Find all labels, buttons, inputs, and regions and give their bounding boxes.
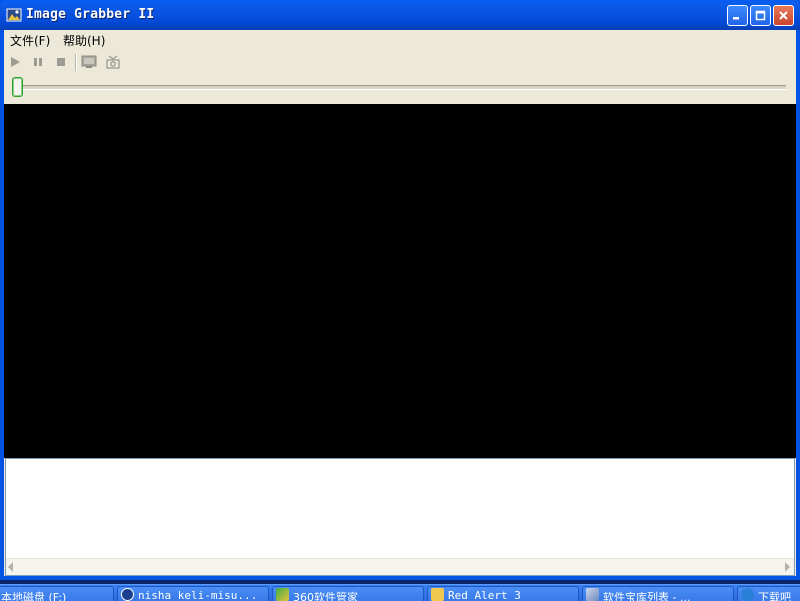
monitor-icon [81,55,97,68]
task-download[interactable]: 下载吧 [737,586,800,601]
client-area: 文件(F) 帮助(H) [4,30,796,576]
task-label: nisha keli-misu... [138,589,258,601]
monitor-button[interactable] [80,53,98,71]
minimize-icon [733,17,739,20]
task-label: 360软件管家 [293,591,358,601]
seek-slider-thumb[interactable] [12,77,23,97]
task-label: 下载吧 [758,591,791,601]
stop-button[interactable] [52,53,70,71]
app-360-icon [276,588,289,601]
toolbar-separator [75,54,77,71]
circle-k-icon [121,588,134,601]
scroll-left-icon[interactable] [8,562,13,572]
task-360[interactable]: 360软件管家 [272,586,424,601]
capture-icon [106,55,120,69]
maximize-button[interactable] [750,5,771,26]
play-button[interactable] [6,53,24,71]
task-software[interactable]: 软件宝库列表 - ... [582,586,734,601]
task-local-disk[interactable]: 本地磁盘 (F:) [0,586,114,601]
taskbar: 本地磁盘 (F:) nisha keli-misu... 360软件管家 Red… [0,584,800,601]
capture-button[interactable] [104,53,122,71]
horizontal-scrollbar[interactable] [6,558,794,575]
ie-icon [741,588,754,601]
play-icon [11,57,20,67]
task-nisha[interactable]: nisha keli-misu... [117,586,269,601]
task-label: 本地磁盘 (F:) [1,591,67,601]
close-icon [779,11,788,20]
app-window: Image Grabber II 文件(F) 帮助(H) [0,0,800,580]
seek-slider-track[interactable] [12,85,786,90]
menu-bar: 文件(F) 帮助(H) [4,30,796,50]
window-title: Image Grabber II [26,7,155,22]
task-label: Red Alert 3 [448,589,521,601]
app-icon [6,8,22,22]
task-label: 软件宝库列表 - ... [603,591,691,601]
maximize-icon [755,10,766,21]
title-bar[interactable]: Image Grabber II [0,0,800,30]
video-preview [4,104,796,458]
minimize-button[interactable] [727,5,748,26]
log-output[interactable] [5,458,795,576]
app-icon [586,588,599,601]
stop-icon [57,58,65,66]
pause-icon [34,58,42,66]
toolbar [4,51,796,73]
task-red-alert[interactable]: Red Alert 3 [427,586,579,601]
menu-help[interactable]: 帮助(H) [63,32,105,49]
close-button[interactable] [773,5,794,26]
folder-icon [431,588,444,601]
pause-button[interactable] [29,53,47,71]
menu-file[interactable]: 文件(F) [10,32,50,49]
scroll-right-icon[interactable] [785,562,790,572]
